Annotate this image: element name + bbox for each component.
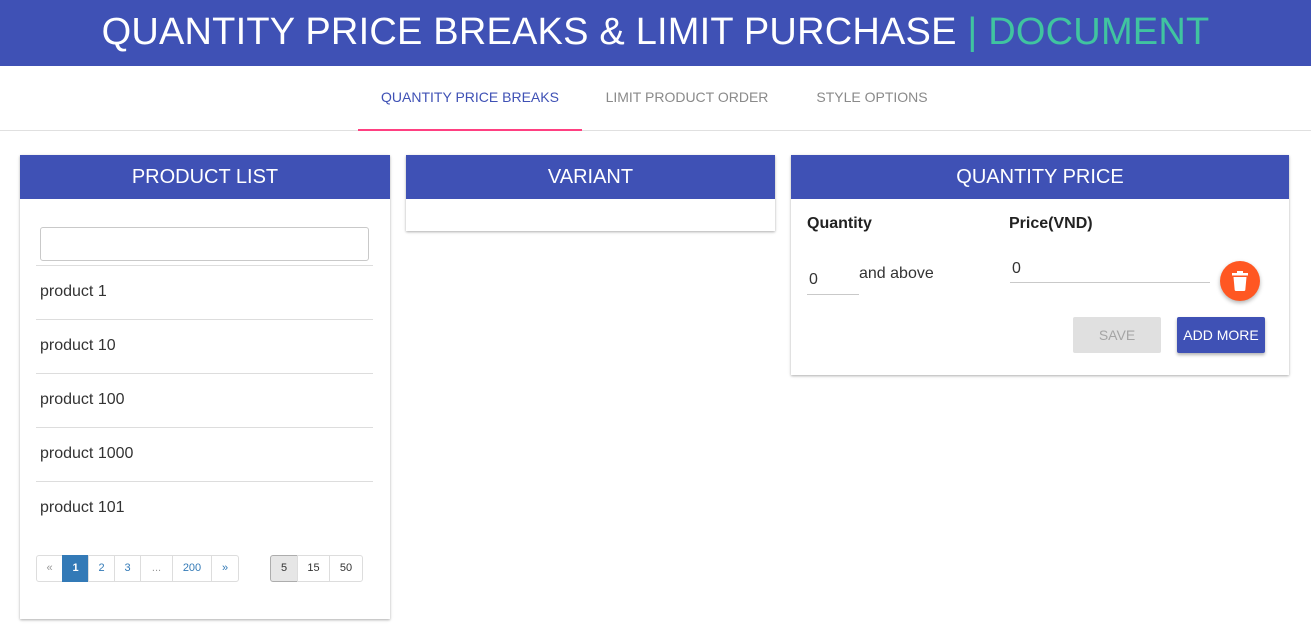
title-main: QUANTITY PRICE BREAKS & LIMIT PURCHASE xyxy=(101,11,957,53)
pagination-prev[interactable]: « xyxy=(36,555,63,582)
product-list-title: PRODUCT LIST xyxy=(20,155,390,199)
tab-bar: QUANTITY PRICE BREAKS LIMIT PRODUCT ORDE… xyxy=(0,66,1311,131)
trash-icon xyxy=(1232,271,1248,291)
pagination-page-1[interactable]: 1 xyxy=(62,555,89,582)
add-more-button[interactable]: ADD MORE xyxy=(1177,317,1265,353)
pagination-page-3[interactable]: 3 xyxy=(114,555,141,582)
product-list-item[interactable]: product 100 xyxy=(36,373,373,427)
tab-quantity-price-breaks[interactable]: QUANTITY PRICE BREAKS xyxy=(358,66,582,131)
pagination-ellipsis: ... xyxy=(140,555,173,582)
product-list-item[interactable]: product 1000 xyxy=(36,427,373,481)
tab-style-options[interactable]: STYLE OPTIONS xyxy=(792,66,952,130)
page-size-5[interactable]: 5 xyxy=(270,555,298,582)
product-search-input[interactable] xyxy=(40,227,369,261)
quantity-input[interactable] xyxy=(807,265,859,295)
price-label: Price(VND) xyxy=(1009,215,1093,232)
product-list-item[interactable]: product 101 xyxy=(36,481,373,535)
page-size-selector: 5 15 50 xyxy=(270,555,363,582)
variant-title: VARIANT xyxy=(406,155,775,199)
delete-tier-button[interactable] xyxy=(1220,261,1260,301)
pagination-next[interactable]: » xyxy=(211,555,239,582)
and-above-label: and above xyxy=(859,265,934,282)
page-size-50[interactable]: 50 xyxy=(329,555,363,582)
variant-card: VARIANT xyxy=(406,155,775,231)
product-list: product 1 product 10 product 100 product… xyxy=(36,265,373,535)
save-button[interactable]: SAVE xyxy=(1073,317,1161,353)
quantity-price-card: QUANTITY PRICE Quantity Price(VND) and a… xyxy=(791,155,1289,375)
quantity-label: Quantity xyxy=(807,215,872,232)
price-input[interactable] xyxy=(1010,255,1210,283)
page-title: QUANTITY PRICE BREAKS & LIMIT PURCHASE |… xyxy=(0,0,1311,64)
product-list-item[interactable]: product 1 xyxy=(36,265,373,319)
pagination: « 1 2 3 ... 200 » xyxy=(36,555,239,582)
app-header: QUANTITY PRICE BREAKS & LIMIT PURCHASE |… xyxy=(0,0,1311,66)
title-separator: | xyxy=(967,11,978,53)
title-accent: DOCUMENT xyxy=(988,11,1210,53)
page-size-15[interactable]: 15 xyxy=(297,555,330,582)
tab-limit-product-order[interactable]: LIMIT PRODUCT ORDER xyxy=(582,66,792,130)
quantity-price-title: QUANTITY PRICE xyxy=(791,155,1289,199)
product-list-item[interactable]: product 10 xyxy=(36,319,373,373)
pagination-page-2[interactable]: 2 xyxy=(88,555,115,582)
pagination-page-200[interactable]: 200 xyxy=(172,555,212,582)
product-list-card: PRODUCT LIST product 1 product 10 produc… xyxy=(20,155,390,619)
